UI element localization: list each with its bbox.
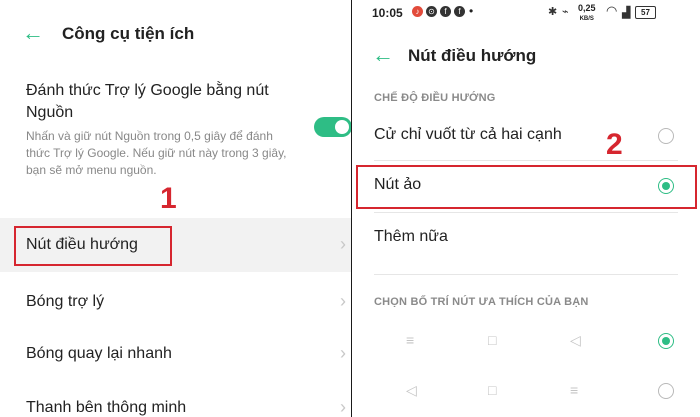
layout-option-2[interactable]: ◁ □ ≡ [352,372,700,410]
option-swipe-gestures[interactable]: Cử chỉ vuốt từ cả hai cạnh [352,116,700,156]
divider-line [374,160,678,161]
list-item-assistant-ball[interactable]: Bóng trợ lý › [0,282,352,322]
right-screen: 10:05 ♪ ⊙ f f • ✱ ⌁ 0,25 KB/S ◠ ▟ 57 ← N… [352,0,700,417]
bluetooth-icon: ✱ [548,6,558,18]
chevron-right-icon: › [340,234,346,254]
option-more[interactable]: Thêm nữa [352,218,700,258]
back-arrow-icon[interactable]: ← [22,22,44,44]
radio-unselected[interactable] [658,383,674,399]
list-item-smart-sidebar[interactable]: Thanh bên thông minh › [0,388,352,417]
divider-line [374,274,678,275]
option-label: Thêm nữa [374,228,448,245]
notification-app-icon: ⊙ [426,6,437,17]
list-item-label: Bóng quay lại nhanh [26,345,172,362]
step-badge-2: 2 [606,128,623,161]
list-item-quick-return-ball[interactable]: Bóng quay lại nhanh › [0,334,352,374]
radio-unselected[interactable] [658,128,674,144]
layout-option-1[interactable]: ≡ □ ◁ [352,322,700,360]
more-notifications-icon: • [469,4,474,18]
highlight-box [14,226,172,266]
option-label: Cử chỉ vuốt từ cả hai cạnh [374,126,562,143]
radio-selected[interactable] [658,333,674,349]
back-button-icon: ◁ [406,382,417,398]
menu-button-icon: ≡ [570,382,579,398]
notification-app-icon: f [454,6,465,17]
chevron-right-icon: › [340,343,346,363]
notification-app-icon: f [440,6,451,17]
status-time: 10:05 [372,6,403,20]
left-screen: ← Công cụ tiện ích Đánh thức Trợ lý Goog… [0,0,352,417]
menu-button-icon: ≡ [406,332,415,348]
divider-line [374,212,678,213]
net-speed-value: 0,25 [578,3,596,13]
google-assistant-toggle[interactable] [314,117,352,137]
section-header-layout: CHỌN BỐ TRÍ NÚT ƯA THÍCH CỦA BẠN [374,296,589,308]
list-item-label: Thanh bên thông minh [26,399,187,416]
battery-icon: 57 [635,6,656,19]
google-assistant-setting[interactable]: Đánh thức Trợ lý Google bằng nút Nguồn N… [26,80,316,179]
signal-icon: ▟ [622,7,631,19]
list-item-label: Bóng trợ lý [26,293,105,310]
home-button-icon: □ [488,332,497,348]
wifi-icon: ◠ [606,3,618,18]
home-button-icon: □ [488,382,497,398]
net-speed-unit: KB/S [579,16,594,22]
chevron-right-icon: › [340,291,346,311]
chevron-right-icon: › [340,397,346,417]
back-button-icon: ◁ [570,332,581,348]
setting-description: Nhấn và giữ nút Nguồn trong 0,5 giây để … [26,129,287,177]
back-arrow-icon[interactable]: ← [372,44,394,66]
step-badge-1: 1 [160,182,177,215]
notification-app-icon: ♪ [412,6,423,17]
vibrate-icon: ⌁ [562,6,569,18]
section-header-mode: CHẾ ĐỘ ĐIỀU HƯỚNG [374,92,496,104]
page-title: Nút điều hướng [408,46,537,65]
setting-title: Đánh thức Trợ lý Google bằng nút Nguồn [26,82,269,121]
page-title: Công cụ tiện ích [62,24,195,43]
highlight-box [356,165,697,209]
net-speed: 0,25 KB/S [578,4,596,24]
